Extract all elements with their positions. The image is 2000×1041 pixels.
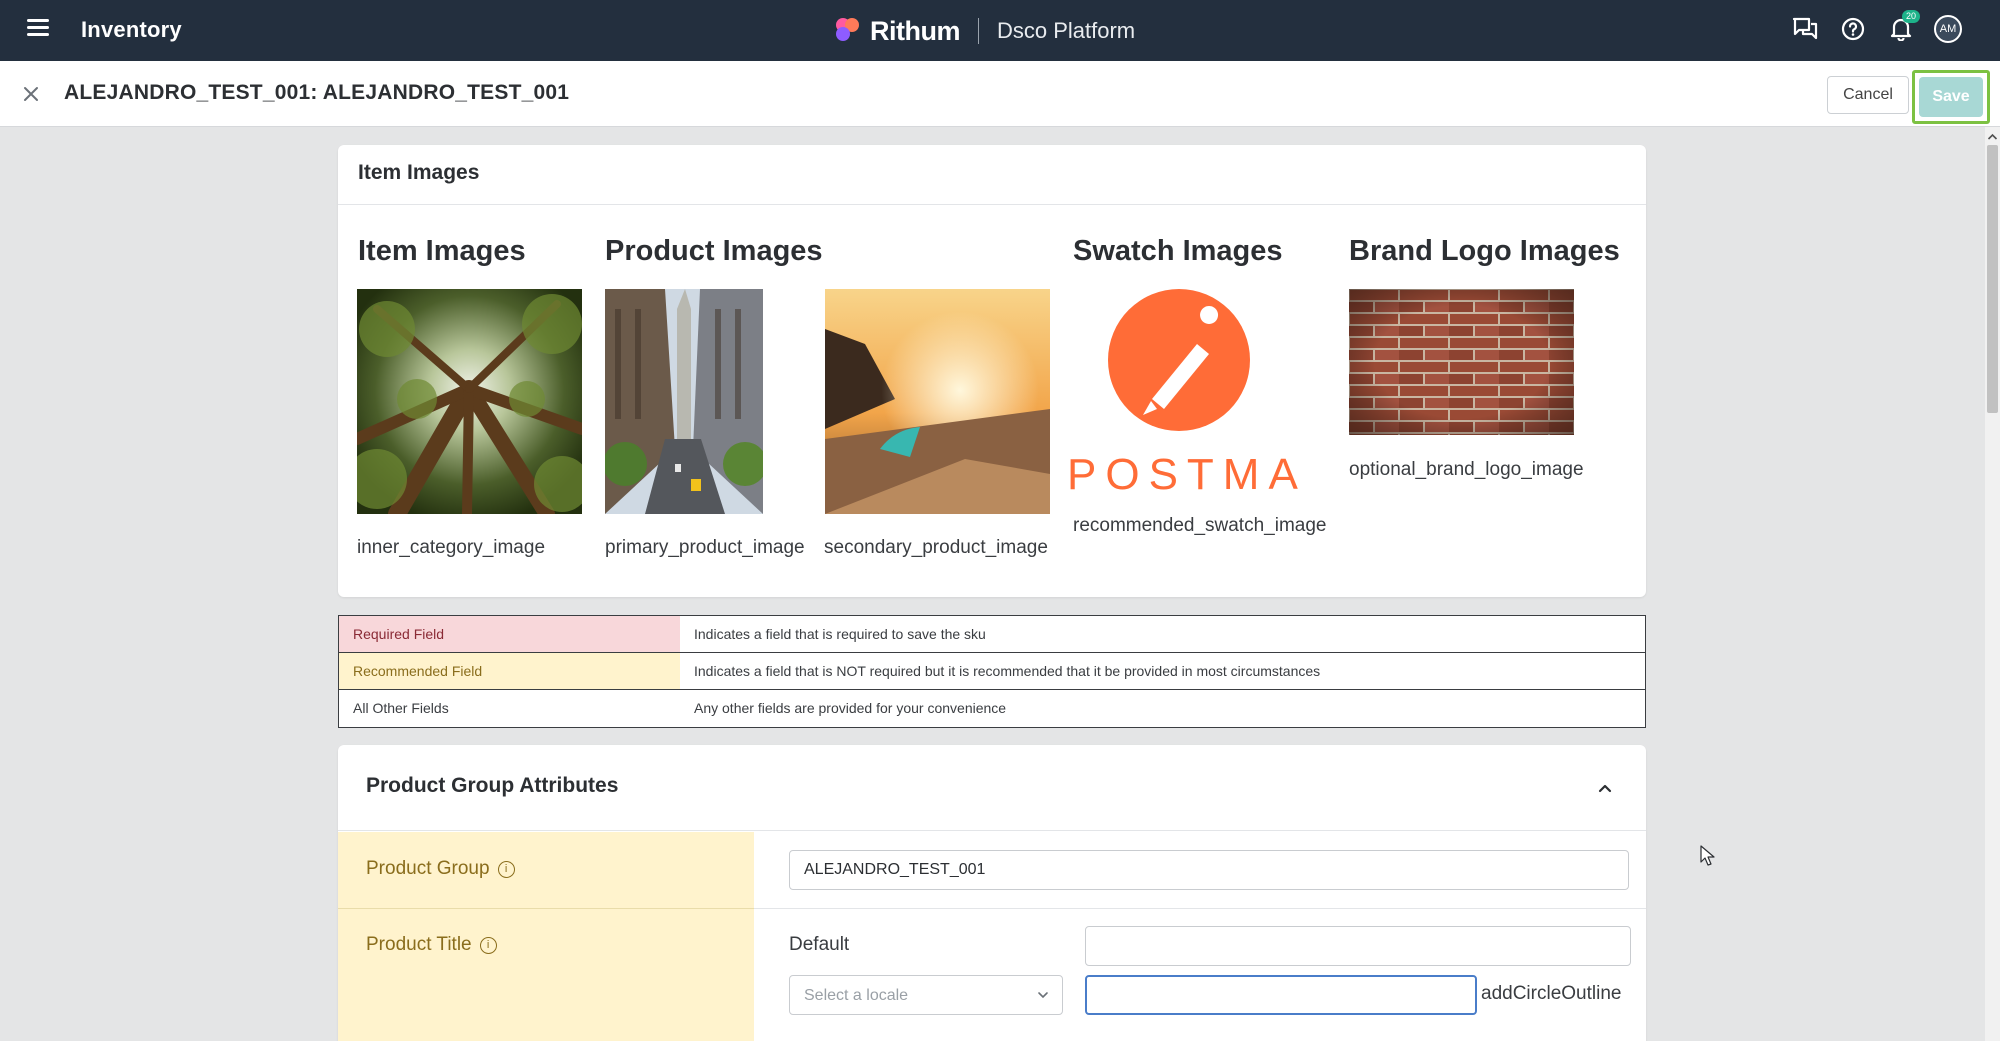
primary-product-image-label: primary_product_image xyxy=(605,537,805,558)
optional-brand-logo-image-label: optional_brand_logo_image xyxy=(1349,459,1584,480)
field-legend-table: Required Field Indicates a field that is… xyxy=(338,615,1646,728)
product-title-locale-input[interactable] xyxy=(1085,975,1477,1015)
locale-select-placeholder: Select a locale xyxy=(804,987,909,1004)
help-icon[interactable] xyxy=(1838,14,1868,44)
legend-desc-recommended: Indicates a field that is NOT required b… xyxy=(694,663,1321,679)
product-group-attributes-title: Product Group Attributes xyxy=(366,774,619,797)
top-navigation-bar: Inventory Rithum Dsco Platform 20 AM xyxy=(0,0,2000,61)
default-locale-label: Default xyxy=(789,934,850,955)
save-button[interactable]: Save xyxy=(1919,77,1983,117)
product-title-default-input[interactable] xyxy=(1085,926,1631,966)
product-group-label: Product Group i xyxy=(366,858,515,880)
hamburger-menu-icon[interactable] xyxy=(24,16,52,44)
notification-count-badge: 20 xyxy=(1902,10,1920,23)
swatch-images-group-title: Swatch Images xyxy=(1073,235,1283,267)
chat-icon[interactable] xyxy=(1790,14,1820,44)
product-group-label-text: Product Group xyxy=(366,858,490,879)
mouse-cursor-icon xyxy=(1700,845,1716,872)
locale-select[interactable]: Select a locale xyxy=(789,975,1063,1015)
product-title-label: Product Title i xyxy=(366,934,497,956)
scrollbar-thumb[interactable] xyxy=(1987,145,1998,413)
rithum-logo-icon xyxy=(836,18,862,44)
legend-key-required: Required Field xyxy=(339,616,680,652)
legend-desc-other: Any other fields are provided for your c… xyxy=(694,700,1007,716)
close-icon[interactable] xyxy=(20,83,42,105)
postman-logo-icon[interactable]: POSTMAN xyxy=(1067,289,1301,495)
chevron-down-icon xyxy=(1038,992,1048,999)
product-group-value-cell xyxy=(754,832,1646,909)
product-group-attributes-header[interactable]: Product Group Attributes xyxy=(338,745,1646,831)
forest-photo-icon[interactable] xyxy=(357,289,582,514)
brand-logo[interactable]: Rithum Dsco Platform xyxy=(836,11,1135,51)
legend-key-recommended: Recommended Field xyxy=(339,653,680,689)
product-title-label-text: Product Title xyxy=(366,934,472,955)
secondary-product-image-label: secondary_product_image xyxy=(824,537,1048,558)
city-street-photo-icon[interactable] xyxy=(605,289,763,514)
brand-name: Rithum xyxy=(870,15,960,46)
product-group-label-cell: Product Group i xyxy=(338,832,754,909)
product-group-attributes-card: Product Group Attributes Product Group i… xyxy=(338,745,1646,1041)
add-locale-button[interactable]: addCircleOutline xyxy=(1481,983,1621,1005)
item-images-card-title: Item Images xyxy=(338,145,1646,205)
legend-desc-required: Indicates a field that is required to sa… xyxy=(694,626,986,642)
product-group-input[interactable] xyxy=(789,850,1629,890)
brick-wall-photo-icon[interactable] xyxy=(1349,289,1574,435)
notifications-bell-icon[interactable]: 20 xyxy=(1886,10,1920,44)
chevron-up-icon[interactable] xyxy=(1594,777,1616,799)
postman-logo-text: POSTMAN xyxy=(1067,450,1301,495)
item-images-card: Item Images Item Images Product Images S… xyxy=(338,145,1646,597)
page-title: ALEJANDRO_TEST_001: ALEJANDRO_TEST_001 xyxy=(64,81,570,104)
user-avatar[interactable]: AM xyxy=(1934,15,1962,43)
product-images-group-title: Product Images xyxy=(605,235,823,267)
brand-divider xyxy=(977,18,979,44)
legend-row-other: All Other Fields Any other fields are pr… xyxy=(339,690,1645,727)
product-title-label-cell: Product Title i xyxy=(338,909,754,1041)
legend-key-other: All Other Fields xyxy=(339,690,680,727)
app-title: Inventory xyxy=(81,17,182,42)
product-group-info-icon[interactable]: i xyxy=(497,860,515,878)
product-title-value-cell: Default Select a locale addCircleOutline xyxy=(754,909,1646,1041)
inner-category-image-label: inner_category_image xyxy=(357,537,546,558)
cancel-button[interactable]: Cancel xyxy=(1827,76,1909,114)
brand-logo-images-group-title: Brand Logo Images xyxy=(1349,235,1620,267)
legend-row-required: Required Field Indicates a field that is… xyxy=(339,616,1645,653)
product-title-info-icon[interactable]: i xyxy=(479,936,497,954)
scroll-up-arrow-icon[interactable] xyxy=(1987,130,1998,142)
beach-surfboard-photo-icon[interactable] xyxy=(825,289,1050,514)
legend-row-recommended: Recommended Field Indicates a field that… xyxy=(339,653,1645,690)
page-header: ALEJANDRO_TEST_001: ALEJANDRO_TEST_001 xyxy=(0,61,2000,127)
brand-platform-name: Dsco Platform xyxy=(996,18,1136,43)
item-images-group-title: Item Images xyxy=(358,235,526,267)
recommended-swatch-image-label: recommended_swatch_image xyxy=(1073,515,1327,536)
save-button-focus-ring: Save xyxy=(1912,70,1990,124)
